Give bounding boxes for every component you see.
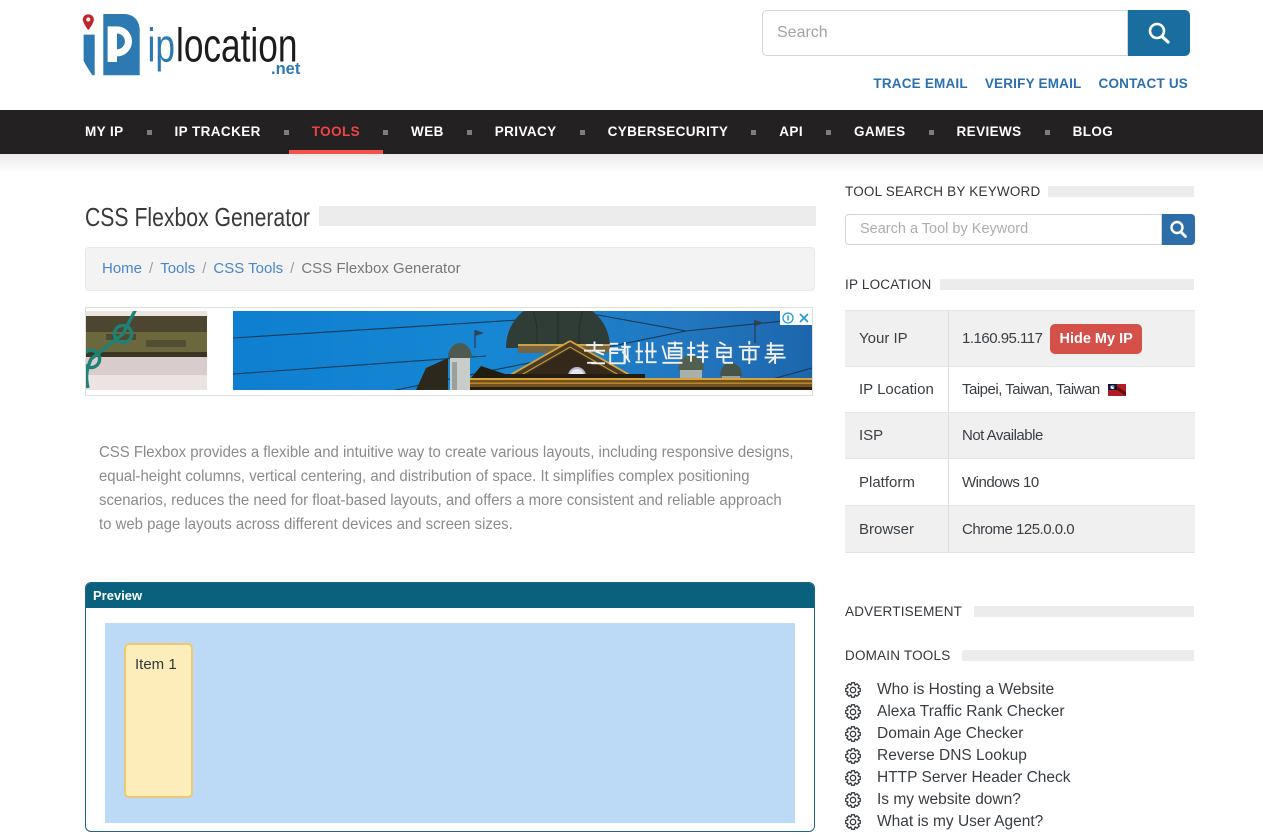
svg-text:.net: .net: [271, 60, 301, 78]
svg-text:ip: ip: [148, 19, 175, 72]
